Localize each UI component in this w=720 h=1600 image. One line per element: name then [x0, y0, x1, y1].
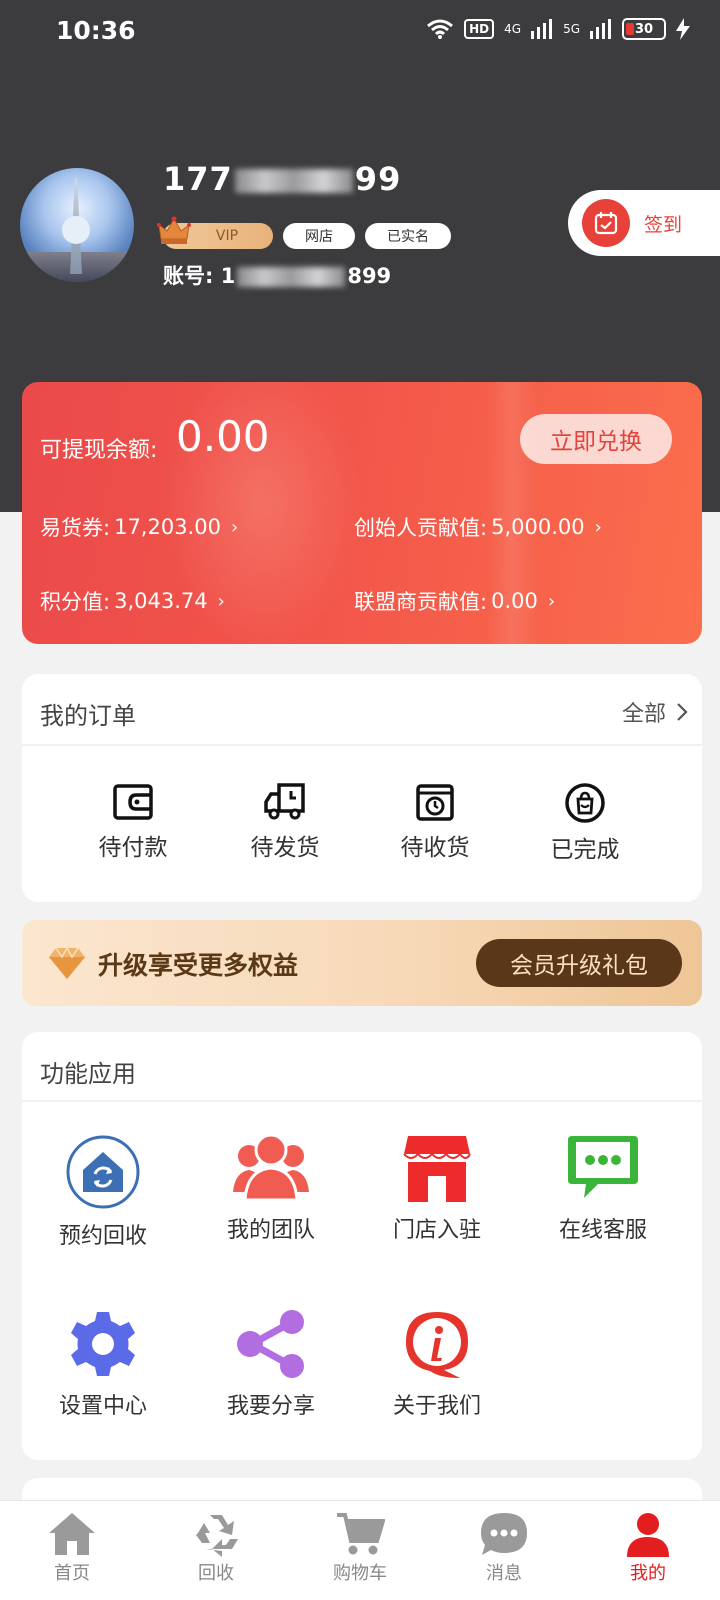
stat-barter-coupon[interactable]: 易货券: 17,203.00 ›: [40, 512, 238, 542]
chat-icon: [568, 1136, 638, 1198]
stat-founder-contribution[interactable]: 创始人贡献值: 5,000.00 ›: [354, 512, 602, 542]
bag-check-icon: [565, 783, 605, 823]
info-icon: [406, 1312, 468, 1378]
chevron-right-icon: ›: [230, 516, 239, 538]
signal-icon: [590, 19, 611, 39]
functions-title: 功能应用: [40, 1060, 136, 1088]
stat-alliance-contribution[interactable]: 联盟商贡献值: 0.00 ›: [354, 586, 555, 616]
recycle-house-icon: [66, 1135, 140, 1209]
status-time: 10:36: [56, 16, 136, 45]
badge-online-store: 网店: [283, 223, 355, 249]
status-bar: 10:36 HD 4G 5G 30: [0, 0, 720, 64]
checkin-button[interactable]: 签到: [568, 190, 720, 256]
upgrade-text: 升级享受更多权益: [98, 951, 299, 980]
bottom-navigation: 首页 回收 购物车 消息 我的: [0, 1500, 720, 1600]
exchange-button[interactable]: 立即兑换: [520, 414, 672, 464]
truck-icon: [264, 783, 305, 820]
box-clock-icon: [416, 784, 454, 821]
crown-icon: [157, 216, 191, 244]
recycle-icon: [196, 1515, 238, 1557]
signal-icon: [531, 19, 553, 39]
function-store-onboarding[interactable]: 门店入驻: [362, 1132, 512, 1244]
divider: [22, 1100, 702, 1102]
diamond-icon: [49, 946, 85, 979]
divider: [22, 744, 702, 746]
battery-icon: 30: [622, 18, 666, 40]
account-blur-mask: [237, 267, 346, 287]
status-icons: HD 4G 5G 30: [426, 18, 690, 40]
order-pending-receipt[interactable]: 待收货: [380, 782, 490, 862]
share-icon: [237, 1310, 304, 1378]
user-phone: 177 99: [163, 160, 402, 198]
wifi-icon: [427, 19, 454, 39]
charging-icon: [676, 18, 690, 40]
gear-icon: [71, 1312, 135, 1376]
store-icon: [403, 1136, 471, 1202]
chevron-right-icon: [677, 703, 688, 721]
balance-card: 可提现余额: 0.00 立即兑换 易货券: 17,203.00 › 创始人贡献值: 5…: [22, 382, 702, 644]
battery-level: 30: [634, 21, 654, 37]
calendar-icon: [582, 199, 630, 247]
orders-see-all-link[interactable]: 全部: [622, 696, 688, 728]
avatar[interactable]: [20, 168, 134, 282]
network-4g-label: 4G: [504, 22, 522, 36]
member-upgrade-package-button[interactable]: 会员升级礼包: [476, 939, 682, 987]
order-pending-shipment[interactable]: 待发货: [230, 782, 340, 862]
function-share[interactable]: 我要分享: [196, 1308, 346, 1420]
user-icon: [627, 1513, 669, 1557]
functions-card: 功能应用 预约回收 我的团队 门店入驻 在线客服 设置中心 我要分享 关于我们: [22, 1032, 702, 1460]
account-number: 账号: 1 899: [163, 264, 392, 288]
vip-badge: VIP: [157, 216, 273, 249]
phone-blur-mask: [234, 169, 353, 193]
nav-recycle[interactable]: 回收: [144, 1501, 288, 1600]
message-icon: [481, 1513, 527, 1555]
orders-title: 我的订单: [40, 702, 136, 730]
nav-cart[interactable]: 购物车: [288, 1501, 432, 1600]
orders-card: 我的订单 全部 待付款 待发货 待收货 已完成: [22, 674, 702, 902]
function-online-support[interactable]: 在线客服: [528, 1132, 678, 1244]
chevron-right-icon: ›: [594, 516, 602, 538]
network-5g-label: 5G: [563, 22, 580, 36]
function-about-us[interactable]: 关于我们: [362, 1308, 512, 1420]
nav-profile[interactable]: 我的: [576, 1501, 720, 1600]
hd-icon: HD: [464, 19, 495, 39]
withdrawable-value: 0.00: [176, 412, 270, 461]
stat-points[interactable]: 积分值: 3,043.74 ›: [40, 586, 225, 616]
function-my-team[interactable]: 我的团队: [196, 1132, 346, 1244]
cart-icon: [337, 1513, 385, 1555]
chevron-right-icon: ›: [217, 590, 225, 612]
nav-messages[interactable]: 消息: [432, 1501, 576, 1600]
team-icon: [233, 1133, 309, 1202]
chevron-right-icon: ›: [547, 590, 556, 612]
wallet-icon: [113, 784, 153, 820]
withdrawable-label: 可提现余额:: [40, 438, 158, 463]
badge-verified: 已实名: [365, 223, 451, 249]
user-badges: VIP 网店 已实名: [157, 216, 451, 249]
home-icon: [49, 1513, 95, 1555]
function-settings[interactable]: 设置中心: [28, 1308, 178, 1420]
order-pending-payment[interactable]: 待付款: [78, 782, 188, 862]
checkin-label: 签到: [644, 213, 683, 236]
order-completed[interactable]: 已完成: [530, 782, 640, 864]
upgrade-banner[interactable]: 升级享受更多权益 会员升级礼包: [22, 920, 702, 1006]
function-book-recycling[interactable]: 预约回收: [28, 1134, 178, 1250]
nav-home[interactable]: 首页: [0, 1501, 144, 1600]
